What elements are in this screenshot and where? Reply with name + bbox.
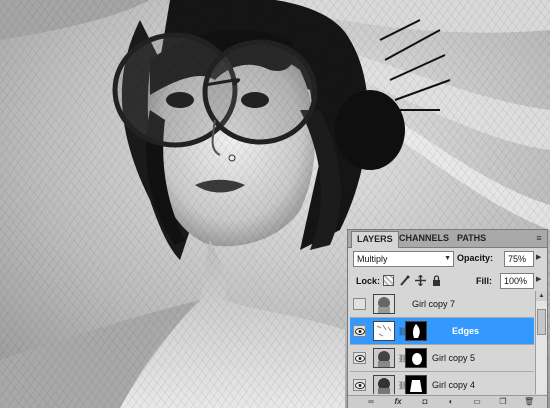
delete-icon[interactable]: 🗑 bbox=[524, 397, 534, 406]
layer-row-girl-copy-7[interactable]: Girl copy 7 bbox=[350, 291, 534, 318]
layer-thumbnail bbox=[373, 375, 395, 394]
layer-thumbnail bbox=[373, 294, 395, 314]
lock-position-icon[interactable] bbox=[415, 274, 426, 287]
fill-slider-arrow-icon[interactable]: ▶ bbox=[536, 275, 541, 283]
layer-row-girl-copy-4[interactable]: ⛓ Girl copy 4 bbox=[350, 372, 534, 394]
lock-image-icon[interactable] bbox=[399, 275, 410, 286]
fill-input[interactable]: 100% bbox=[500, 273, 534, 289]
lock-label: Lock: bbox=[356, 276, 381, 286]
visibility-eye-icon[interactable] bbox=[353, 352, 366, 364]
visibility-toggle-off[interactable] bbox=[353, 298, 366, 310]
group-icon[interactable]: ▭ bbox=[472, 397, 482, 406]
tab-paths[interactable]: PATHS bbox=[452, 231, 491, 246]
layer-list: Girl copy 7 ⛓ Edges ⛓ Girl copy 5 ⛓ Girl… bbox=[350, 291, 534, 394]
fill-label: Fill: bbox=[476, 276, 492, 286]
scroll-up-icon[interactable]: ▲ bbox=[536, 291, 547, 301]
opacity-slider-arrow-icon[interactable]: ▶ bbox=[536, 253, 541, 261]
adjustment-icon[interactable]: ◐ bbox=[446, 397, 456, 406]
layers-footer-toolbar: ∞ fx ◘ ◐ ▭ ❐ 🗑 bbox=[348, 395, 547, 408]
lock-all-icon[interactable] bbox=[431, 275, 442, 286]
layer-name: Girl copy 7 bbox=[412, 299, 456, 309]
link-layers-icon[interactable]: ∞ bbox=[366, 397, 376, 406]
layer-row-edges[interactable]: ⛓ Edges bbox=[350, 318, 534, 345]
visibility-eye-icon[interactable] bbox=[353, 379, 366, 391]
layer-name: Edges bbox=[452, 326, 480, 336]
tab-channels[interactable]: CHANNELS bbox=[394, 231, 454, 246]
mask-link-icon[interactable]: ⛓ bbox=[398, 354, 408, 363]
layer-mask-thumbnail[interactable] bbox=[405, 375, 427, 394]
scrollbar-thumb[interactable] bbox=[537, 309, 546, 335]
panel-tab-bar: LAYERS CHANNELS PATHS ≡ bbox=[348, 230, 547, 248]
tab-layers[interactable]: LAYERS bbox=[351, 231, 399, 248]
blend-mode-select[interactable]: Multiply ▼ bbox=[353, 251, 454, 267]
opacity-label: Opacity: bbox=[457, 253, 494, 263]
layer-name: Girl copy 5 bbox=[432, 353, 476, 363]
opacity-input[interactable]: 75% bbox=[504, 251, 534, 267]
add-mask-icon[interactable]: ◘ bbox=[420, 397, 430, 406]
layer-mask-thumbnail[interactable] bbox=[405, 348, 427, 368]
lock-transparent-icon[interactable] bbox=[383, 275, 394, 286]
layers-panel: LAYERS CHANNELS PATHS ≡ Multiply ▼ Opaci… bbox=[347, 229, 548, 408]
layer-name: Girl copy 4 bbox=[432, 380, 476, 390]
layer-mask-thumbnail[interactable] bbox=[405, 321, 427, 341]
chevron-down-icon: ▼ bbox=[444, 255, 451, 262]
layer-thumbnail bbox=[373, 348, 395, 368]
new-layer-icon[interactable]: ❐ bbox=[498, 397, 508, 406]
panel-menu-icon[interactable]: ≡ bbox=[534, 233, 544, 243]
mask-link-icon[interactable]: ⛓ bbox=[398, 381, 408, 390]
layers-scrollbar[interactable]: ▲ bbox=[535, 291, 547, 394]
mask-link-icon[interactable]: ⛓ bbox=[398, 327, 408, 336]
layer-row-girl-copy-5[interactable]: ⛓ Girl copy 5 bbox=[350, 345, 534, 372]
layer-thumbnail bbox=[373, 321, 395, 341]
blend-mode-value: Multiply bbox=[357, 254, 388, 264]
fx-icon[interactable]: fx bbox=[393, 397, 403, 406]
visibility-eye-icon[interactable] bbox=[353, 325, 366, 337]
